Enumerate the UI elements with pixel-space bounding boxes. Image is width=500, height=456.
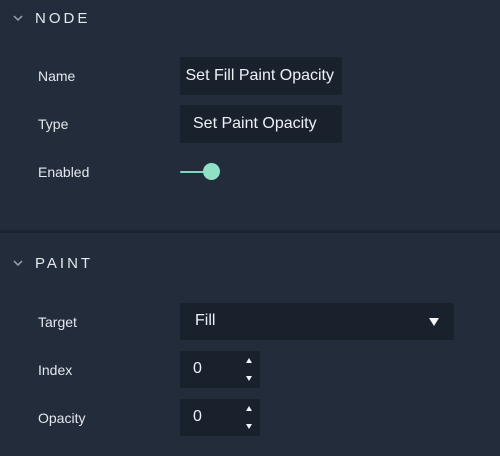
- arrow-down-icon: [246, 424, 252, 429]
- index-decrement-button[interactable]: [240, 370, 260, 388]
- opacity-label: Opacity: [38, 410, 86, 426]
- opacity-increment-button[interactable]: [240, 399, 260, 417]
- node-section-title: NODE: [35, 9, 91, 27]
- enabled-label: Enabled: [38, 164, 90, 180]
- enabled-toggle[interactable]: [180, 163, 220, 181]
- chevron-down-icon: [13, 15, 23, 22]
- name-label: Name: [38, 68, 76, 84]
- name-field-value: Set Fill Paint Opacity: [185, 67, 335, 84]
- type-field-value: Set Paint Opacity: [193, 115, 317, 132]
- name-field[interactable]: Set Fill Paint Opacity: [180, 57, 342, 95]
- index-stepper[interactable]: 0: [180, 351, 260, 388]
- arrow-down-icon: [246, 376, 252, 381]
- index-stepper-value: 0: [193, 360, 202, 377]
- opacity-stepper[interactable]: 0: [180, 399, 260, 436]
- toggle-knob[interactable]: [203, 163, 220, 180]
- paint-section: PAINT Target Fill Index 0 Opacity 0: [0, 233, 500, 456]
- arrow-up-icon: [246, 358, 252, 363]
- arrow-up-icon: [246, 406, 252, 411]
- chevron-down-icon: [13, 260, 23, 267]
- node-section: NODE Name Set Fill Paint Opacity Type Se…: [0, 0, 500, 230]
- type-label: Type: [38, 116, 69, 132]
- type-field[interactable]: Set Paint Opacity: [180, 105, 342, 143]
- opacity-decrement-button[interactable]: [240, 418, 260, 436]
- target-select-value: Fill: [195, 312, 216, 329]
- target-select[interactable]: Fill: [180, 303, 454, 340]
- target-label: Target: [38, 314, 77, 330]
- index-label: Index: [38, 362, 73, 378]
- paint-section-title: PAINT: [35, 254, 94, 272]
- inspector-panel: NODE Name Set Fill Paint Opacity Type Se…: [0, 0, 500, 456]
- opacity-stepper-value: 0: [193, 408, 202, 425]
- node-section-header[interactable]: NODE: [0, 0, 500, 36]
- paint-section-header[interactable]: PAINT: [0, 245, 500, 281]
- index-increment-button[interactable]: [240, 351, 260, 369]
- caret-down-icon: [429, 318, 439, 326]
